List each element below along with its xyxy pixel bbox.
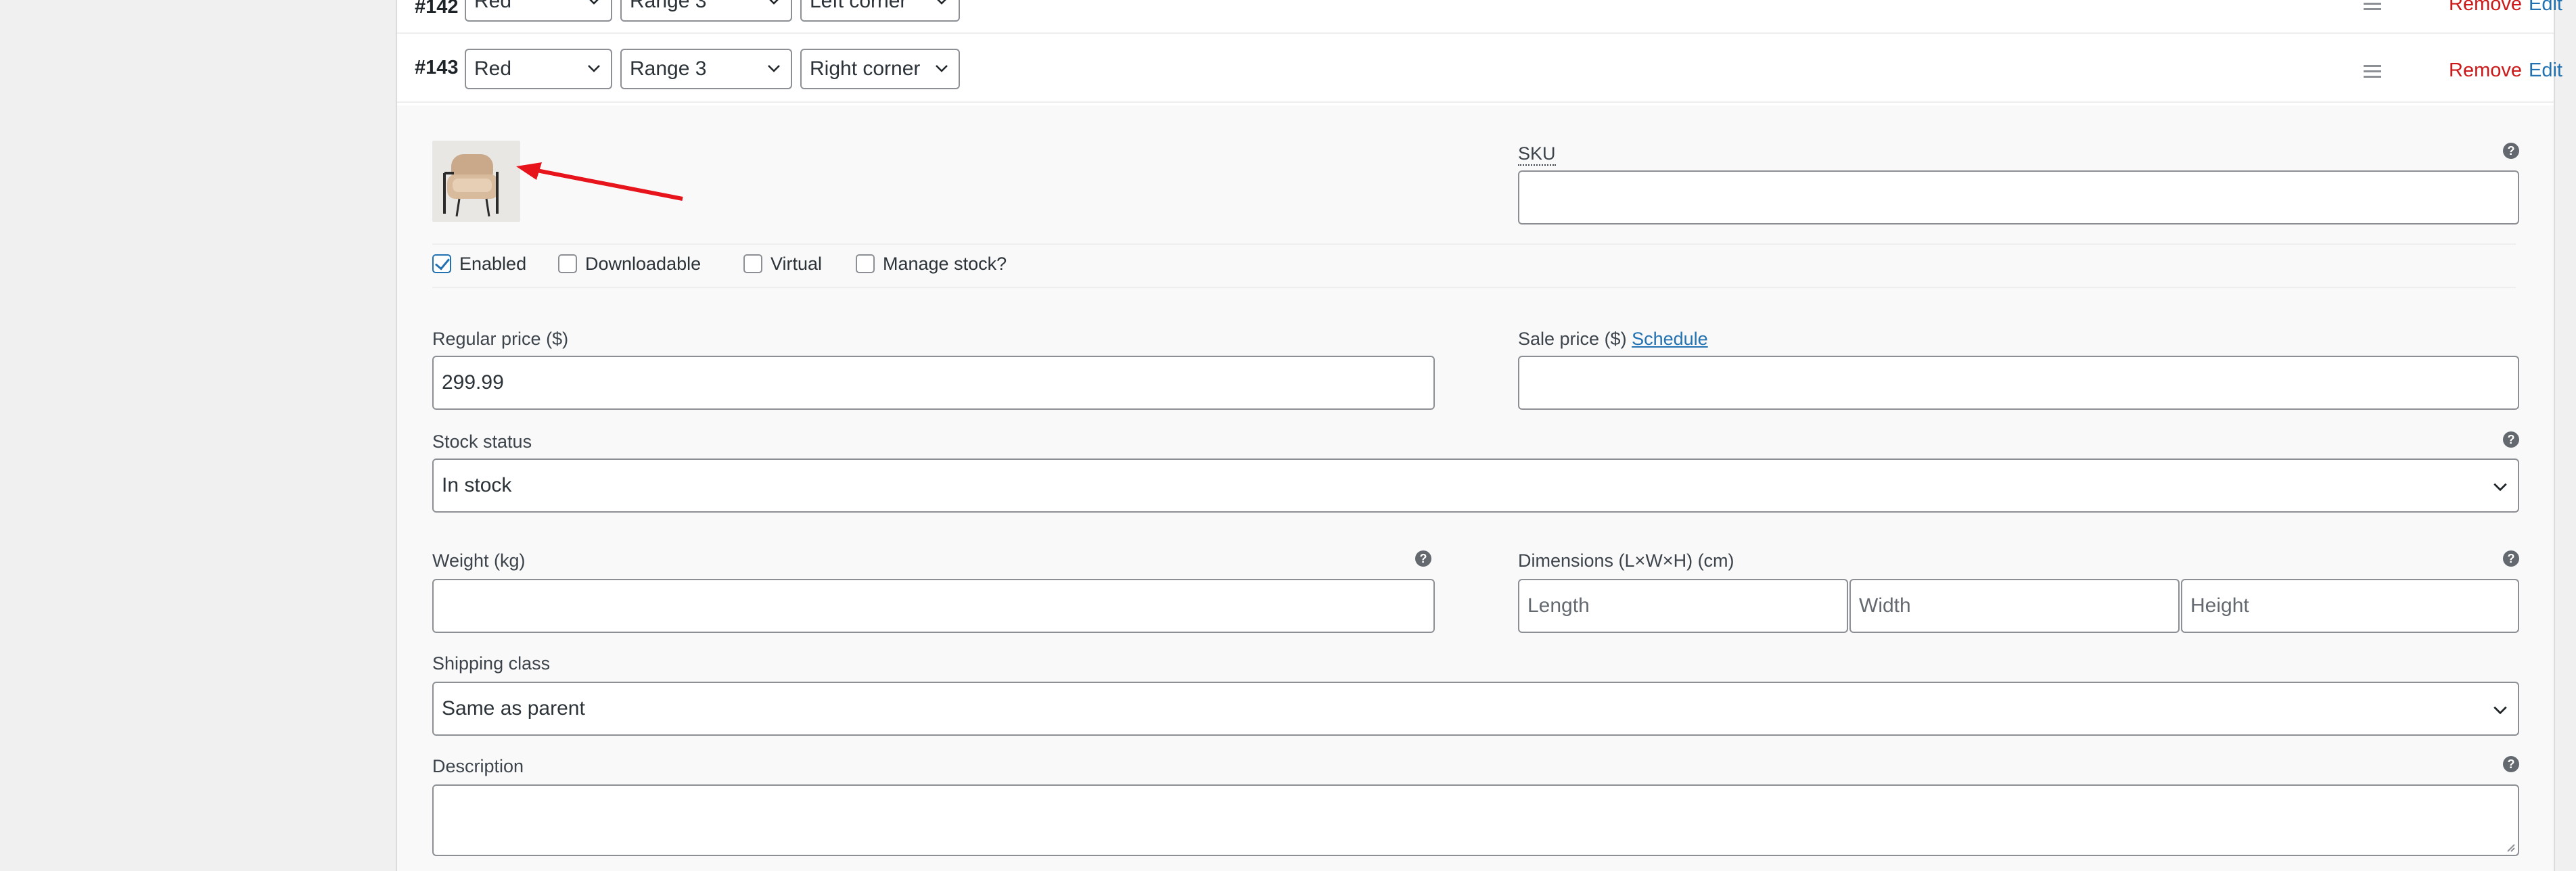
shipping-class-value: Same as parent [442,697,585,720]
weight-label: Weight (kg) [432,550,526,571]
downloadable-label: Downloadable [585,254,702,274]
chevron-down-icon [937,0,946,5]
range-select[interactable]: Range 3 [620,0,792,22]
sale-price-input[interactable] [1518,356,2519,410]
schedule-link[interactable]: Schedule [1632,329,1708,349]
variation-row-143[interactable]: #143 Red Range 3 Right corner Remove Edi… [397,35,2562,103]
corner-select-value: Right corner [810,57,921,80]
corner-select-value: Left corner [810,0,907,12]
dimensions-help-icon[interactable]: ? [2503,550,2519,567]
sku-help-icon[interactable]: ? [2503,143,2519,159]
chevron-down-icon [768,65,780,72]
virtual-checkbox[interactable]: Virtual [743,254,822,275]
regular-price-input[interactable]: 299.99 [432,356,1435,410]
dimensions-label: Dimensions (L×W×H) (cm) [1518,550,1734,571]
variation-details: SKU ? Enabled Downloadable Virtual Manag… [397,105,2554,871]
corner-select[interactable]: Right corner [800,49,960,89]
description-help-icon[interactable]: ? [2503,756,2519,772]
range-select-value: Range 3 [630,57,707,80]
manage-stock-label: Manage stock? [883,254,1007,274]
length-placeholder: Length [1527,594,1590,617]
chevron-down-icon [936,65,948,72]
enabled-label: Enabled [459,254,527,274]
regular-price-value: 299.99 [442,371,504,394]
width-input[interactable]: Width [1849,579,2180,633]
checkbox-icon [558,254,577,273]
chevron-down-icon [588,65,600,72]
color-select-value: Red [474,57,512,80]
range-select-value: Range 3 [630,0,707,12]
height-placeholder: Height [2190,594,2249,617]
stock-status-select[interactable]: In stock [432,458,2519,513]
height-input[interactable]: Height [2181,579,2519,633]
drag-handle-icon[interactable] [2364,65,2381,78]
chevron-down-icon [769,0,779,5]
color-select[interactable]: Red [465,49,612,89]
chevron-down-icon [2493,706,2507,715]
shipping-class-label: Shipping class [432,653,551,674]
options-row: Enabled Downloadable Virtual Manage stoc… [432,243,2516,288]
stock-status-label: Stock status [432,431,532,452]
variation-id: #143 [415,57,459,78]
checkbox-icon [743,254,762,273]
remove-link[interactable]: Remove [2449,60,2522,82]
annotation-arrow-icon [516,162,683,201]
width-placeholder: Width [1859,594,1911,617]
edit-link[interactable]: Edit [2529,60,2562,82]
manage-stock-checkbox[interactable]: Manage stock? [856,254,1007,275]
stock-status-value: In stock [442,474,512,496]
length-input[interactable]: Length [1518,579,1848,633]
variation-id: #142 [415,0,459,18]
variations-panel: #142 Red Range 3 Left corner Remove Edit… [396,0,2562,871]
downloadable-checkbox[interactable]: Downloadable [558,254,701,275]
sku-input[interactable] [1518,170,2519,225]
sku-label: SKU [1518,143,1556,166]
drag-handle-icon[interactable] [2364,0,2381,11]
weight-help-icon[interactable]: ? [1415,550,1431,567]
description-textarea[interactable] [432,784,2519,856]
remove-link[interactable]: Remove [2449,0,2522,16]
stock-status-help-icon[interactable]: ? [2503,431,2519,448]
color-select-value: Red [474,0,512,12]
corner-select[interactable]: Left corner [800,0,960,22]
weight-input[interactable] [432,579,1435,633]
chevron-down-icon [589,0,599,5]
color-select[interactable]: Red [465,0,612,22]
range-select[interactable]: Range 3 [620,49,792,89]
resize-handle-icon[interactable] [2504,841,2515,852]
edit-link[interactable]: Edit [2529,0,2562,16]
variation-row-142[interactable]: #142 Red Range 3 Left corner Remove Edit [397,0,2562,34]
virtual-label: Virtual [770,254,823,274]
shipping-class-select[interactable]: Same as parent [432,682,2519,736]
enabled-checkbox[interactable]: Enabled [432,254,526,275]
checkbox-checked-icon [432,254,451,273]
regular-price-label: Regular price ($) [432,329,569,349]
checkbox-icon [856,254,875,273]
sale-price-label: Sale price ($) Schedule [1518,329,1708,350]
sale-price-label-text: Sale price ($) [1518,329,1627,349]
description-label: Description [432,756,524,776]
chevron-down-icon [2493,483,2507,492]
